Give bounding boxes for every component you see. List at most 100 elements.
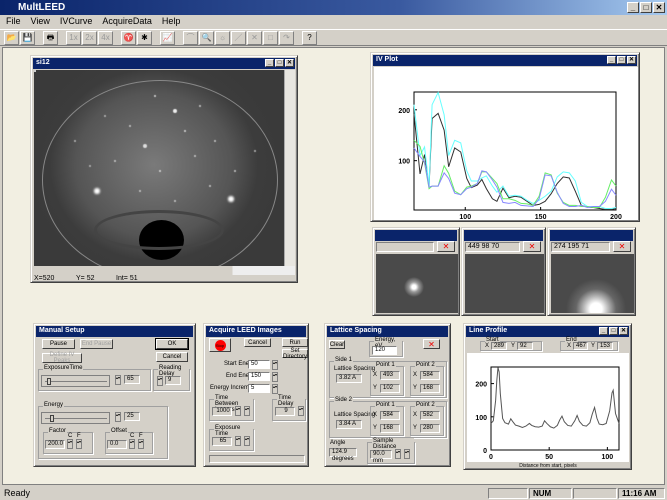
lattice-titlebar[interactable]: Lattice Spacing — [327, 326, 448, 337]
open-icon[interactable]: 📂 — [4, 31, 19, 45]
menu-file[interactable]: File — [6, 16, 21, 28]
mark-icon[interactable]: ✱ — [137, 31, 152, 45]
horizontal-scrollbar[interactable] — [34, 266, 295, 275]
energy-slider[interactable] — [41, 412, 110, 424]
menu-help[interactable]: Help — [162, 16, 181, 28]
status-panel-caps — [488, 488, 528, 499]
spot-window-titlebar[interactable] — [464, 230, 543, 241]
cancel-button[interactable]: Cancel — [244, 338, 271, 347]
chart-icon[interactable]: 📈 — [160, 31, 175, 45]
factor-coarse-spinner[interactable]: ▴▾ — [67, 439, 73, 449]
clear-button[interactable]: Clear — [329, 340, 345, 349]
end-energy-spinner[interactable]: ▴▾ — [272, 372, 278, 382]
start-energy-spinner[interactable]: ▴▾ — [272, 360, 278, 370]
exp-fine-spinner[interactable]: ▴▾ — [244, 436, 250, 446]
close-spot-button[interactable]: ✕ — [437, 241, 455, 252]
maximize-button[interactable]: □ — [275, 59, 284, 67]
reading-delay-value[interactable]: 9 — [165, 376, 181, 385]
energy-value[interactable]: 25 — [124, 412, 140, 421]
curve-icon[interactable]: ↷ — [279, 31, 294, 45]
offset-coarse-spinner[interactable]: ▴▾ — [129, 439, 135, 449]
print-icon[interactable]: 🖶 — [43, 31, 58, 45]
energy-increment-input[interactable]: 5 — [248, 384, 270, 393]
leed-image[interactable] — [34, 70, 284, 266]
line-profile-chart: 0 50 100 0 100 200 — [467, 353, 629, 462]
line-profile-titlebar[interactable]: Line Profile _ □ ✕ — [466, 326, 629, 337]
energy-input[interactable]: 120 — [372, 346, 397, 355]
exp-coarse-spinner[interactable]: ▴▾ — [235, 436, 241, 446]
zoom-2x-icon[interactable]: 2x — [82, 31, 97, 45]
close-button[interactable]: ✕ — [619, 327, 628, 335]
menu-view[interactable]: View — [31, 16, 50, 28]
tbi-fine-spinner[interactable]: ▴▾ — [244, 406, 250, 416]
spot-window-titlebar[interactable] — [550, 230, 633, 241]
offset-value[interactable]: 0.0 — [107, 440, 127, 449]
acquire-titlebar[interactable]: Acquire LEED Images — [206, 326, 306, 337]
arc-icon[interactable]: ⌒ — [183, 31, 198, 45]
cancel-button[interactable]: Cancel — [156, 352, 188, 362]
cross-icon[interactable]: ✕ — [247, 31, 262, 45]
vertical-scrollbar[interactable] — [284, 70, 295, 266]
start-energy-input[interactable]: 50 — [248, 360, 270, 369]
run-button[interactable]: Run — [282, 338, 308, 347]
image-window-titlebar[interactable]: si12 _ □ ✕ — [33, 58, 295, 69]
exposure-value[interactable]: 65 — [124, 375, 140, 384]
side2-label: Side 2 — [334, 397, 354, 403]
time-delay-spinner[interactable]: ▴▾ — [298, 406, 304, 416]
pause-button[interactable]: Pause — [42, 339, 75, 349]
maximize-button[interactable]: □ — [609, 327, 618, 335]
x-label: X — [413, 372, 418, 378]
menu-ivcurve[interactable]: IVCurve — [60, 16, 93, 28]
exposure-slider[interactable] — [41, 375, 110, 387]
close-button[interactable]: ✕ — [285, 59, 294, 67]
line-icon[interactable]: ／ — [231, 31, 246, 45]
define-iv-peaks-button[interactable]: Define IV Peaks — [42, 352, 82, 364]
time-between-value[interactable]: 1000 — [212, 407, 232, 416]
manual-setup-titlebar[interactable]: Manual Setup — [36, 326, 193, 337]
zoom-1x-icon[interactable]: 1x — [66, 31, 81, 45]
close-spot-button[interactable]: ✕ — [613, 241, 631, 252]
minimize-button[interactable]: _ — [599, 327, 608, 335]
exposure-time-value[interactable]: 65 — [212, 437, 232, 446]
stop-button[interactable]: Stop — [209, 338, 231, 352]
offset-fine-spinner[interactable]: ▴▾ — [138, 439, 144, 449]
zoom-4x-icon[interactable]: 4x — [98, 31, 113, 45]
ok-button[interactable]: OK — [155, 338, 189, 350]
sun-icon[interactable]: ☼ — [215, 31, 230, 45]
magnify-icon[interactable]: 🔍 — [199, 31, 214, 45]
close-button[interactable]: ✕ — [627, 56, 636, 64]
energy-increment-spinner[interactable]: ▴▾ — [272, 384, 278, 394]
tbi-coarse-spinner[interactable]: ▴▾ — [235, 406, 241, 416]
spot-icon[interactable]: ♈ — [121, 31, 136, 45]
time-delay-value[interactable]: 9 — [275, 407, 295, 416]
minimize-button[interactable]: _ — [627, 2, 639, 13]
factor-value[interactable]: 200.0 — [45, 440, 65, 449]
close-x-button[interactable]: ✕ — [423, 339, 440, 349]
sample-distance-value[interactable]: 90.0 mm — [370, 450, 392, 464]
set-directory-button[interactable]: Set Directory — [282, 348, 308, 360]
square-icon[interactable]: □ — [263, 31, 278, 45]
image-window-title: si12 — [36, 59, 50, 66]
exposure-spinner[interactable]: ▴▾ — [115, 375, 121, 385]
maximize-button[interactable]: □ — [617, 56, 626, 64]
minimize-button[interactable]: _ — [265, 59, 274, 67]
minimize-button[interactable]: _ — [607, 56, 616, 64]
end-energy-input[interactable]: 150 — [248, 372, 270, 381]
close-spot-button[interactable]: ✕ — [523, 241, 541, 252]
iv-plot-titlebar[interactable]: IV Plot _ □ ✕ — [373, 55, 637, 66]
start-y-value: 92 — [517, 342, 533, 350]
maximize-button[interactable]: □ — [640, 2, 652, 13]
spot-window-titlebar[interactable] — [375, 230, 457, 241]
save-icon[interactable]: 💾 — [20, 31, 35, 45]
point-2-x: 584 — [420, 371, 440, 380]
menu-acquiredata[interactable]: AcquireData — [102, 16, 152, 28]
reading-delay-spinner[interactable]: ▴▾ — [157, 376, 163, 386]
help-icon[interactable]: ? — [302, 31, 317, 45]
end-pause-button[interactable]: End Pause — [80, 339, 113, 349]
factor-fine-spinner[interactable]: ▴▾ — [76, 439, 82, 449]
sd-fine-spinner[interactable]: ▴▾ — [404, 449, 410, 459]
energy-spinner[interactable]: ▴▾ — [115, 412, 121, 422]
lattice-spacing-label: Lattice Spacing — [334, 412, 376, 418]
close-button[interactable]: ✕ — [653, 2, 665, 13]
sd-coarse-spinner[interactable]: ▴▾ — [395, 449, 401, 459]
